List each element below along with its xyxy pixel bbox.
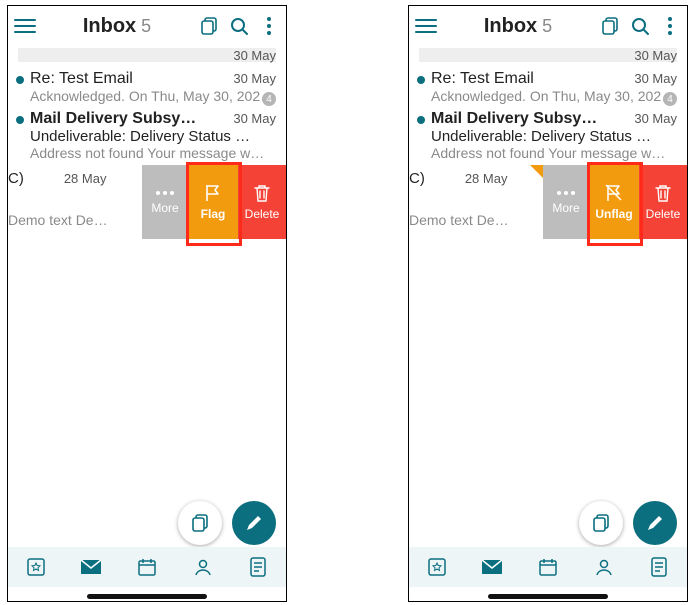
row-date: 30 May xyxy=(634,71,677,86)
pencil-icon xyxy=(244,513,264,533)
delete-button[interactable]: Delete xyxy=(639,165,687,239)
stack-icon xyxy=(189,512,211,534)
row0-date: 30 May xyxy=(634,48,677,63)
top-bar: Inbox 5 xyxy=(8,6,286,46)
subject: Undeliverable: Delivery Status N… xyxy=(431,128,677,145)
favorites-icon[interactable] xyxy=(24,555,48,579)
page-title: Inbox 5 xyxy=(83,15,151,38)
flag-icon xyxy=(203,183,223,203)
preview: Acknowledged. On Thu, May 30, 202… xyxy=(431,88,677,104)
unread-dot xyxy=(16,116,24,124)
message-row[interactable]: Mail Delivery Subsy… 30 May Undeliverabl… xyxy=(8,108,286,165)
thread-count-badge: 4 xyxy=(262,92,276,106)
menu-icon[interactable] xyxy=(415,15,437,37)
unflag-label: Unflag xyxy=(595,207,632,221)
message-row-swiped[interactable]: C) 28 May Demo text De… More Unflag Dele… xyxy=(409,165,687,245)
pencil-icon xyxy=(645,513,665,533)
sender: Mail Delivery Subsy… xyxy=(30,110,200,128)
sender-tail: C) xyxy=(8,170,24,187)
dots-icon xyxy=(555,189,577,197)
row-date: 30 May xyxy=(233,111,276,126)
inbox-title: Inbox xyxy=(83,15,136,38)
swipe-actions: More Flag Delete xyxy=(142,165,286,239)
phone-screen-flag: Inbox 5 30 May Re: Test Email 30 May 4 A… xyxy=(7,5,287,602)
unread-dot xyxy=(417,116,425,124)
note-icon[interactable] xyxy=(647,555,671,579)
preview: Acknowledged. On Thu, May 30, 202… xyxy=(30,88,276,104)
more-label: More xyxy=(552,201,579,215)
stack-fab[interactable] xyxy=(178,501,222,545)
calendar-icon[interactable] xyxy=(135,555,159,579)
flag-label: Flag xyxy=(201,207,226,221)
delete-button[interactable]: Delete xyxy=(238,165,286,239)
compose-fab[interactable] xyxy=(232,501,276,545)
contact-icon[interactable] xyxy=(191,555,215,579)
inbox-title: Inbox xyxy=(484,15,537,38)
dots-icon xyxy=(154,189,176,197)
inbox-count: 5 xyxy=(542,16,552,37)
row0-date: 30 May xyxy=(233,48,276,63)
search-icon[interactable] xyxy=(228,15,250,37)
stack-fab[interactable] xyxy=(579,501,623,545)
delete-label: Delete xyxy=(245,207,280,221)
bottom-nav xyxy=(409,547,687,587)
mail-icon[interactable] xyxy=(79,555,103,579)
message-row[interactable]: Re: Test Email 30 May 4 Acknowledged. On… xyxy=(409,68,687,108)
bottom-nav xyxy=(8,547,286,587)
page-title: Inbox 5 xyxy=(484,15,552,38)
row-date: 28 May xyxy=(465,171,508,186)
nav-handle xyxy=(488,594,608,599)
phone-screen-unflag: Inbox 5 30 May Re: Test Email 30 May 4 A… xyxy=(408,5,688,602)
message-row-swiped[interactable]: C) 28 May Demo text De… More Flag Delete xyxy=(8,165,286,245)
fab-group xyxy=(579,501,677,545)
contact-icon[interactable] xyxy=(592,555,616,579)
fab-group xyxy=(178,501,276,545)
flag-button[interactable]: Flag xyxy=(188,165,238,239)
trash-icon xyxy=(654,183,672,203)
thread-count-badge: 4 xyxy=(663,92,677,106)
message-list: 30 May Re: Test Email 30 May 4 Acknowled… xyxy=(8,48,286,245)
nav-handle xyxy=(87,594,207,599)
mail-icon[interactable] xyxy=(480,555,504,579)
favorites-icon[interactable] xyxy=(425,555,449,579)
stack-icon xyxy=(590,512,612,534)
unread-dot xyxy=(16,76,24,84)
copy-icon[interactable] xyxy=(599,15,621,37)
sender: Mail Delivery Subsy… xyxy=(431,110,601,128)
unread-dot xyxy=(417,76,425,84)
swipe-actions: More Unflag Delete xyxy=(543,165,687,239)
sender-tail: C) xyxy=(409,170,425,187)
inbox-count: 5 xyxy=(141,16,151,37)
preview: Address not found Your message w… xyxy=(431,145,677,161)
subject: Undeliverable: Delivery Status N… xyxy=(30,128,276,145)
flag-corner-icon xyxy=(530,165,544,179)
note-icon[interactable] xyxy=(246,555,270,579)
menu-icon[interactable] xyxy=(14,15,36,37)
preview: Address not found Your message w… xyxy=(30,145,276,161)
more-button[interactable]: More xyxy=(543,165,589,239)
row-date: 30 May xyxy=(634,111,677,126)
message-row[interactable]: Re: Test Email 30 May 4 Acknowledged. On… xyxy=(8,68,286,108)
more-vert-icon[interactable] xyxy=(659,15,681,37)
trash-icon xyxy=(253,183,271,203)
top-bar: Inbox 5 xyxy=(409,6,687,46)
more-label: More xyxy=(151,201,178,215)
delete-label: Delete xyxy=(646,207,681,221)
message-row[interactable]: Mail Delivery Subsy… 30 May Undeliverabl… xyxy=(409,108,687,165)
unflag-button[interactable]: Unflag xyxy=(589,165,639,239)
more-vert-icon[interactable] xyxy=(258,15,280,37)
more-button[interactable]: More xyxy=(142,165,188,239)
copy-icon[interactable] xyxy=(198,15,220,37)
message-list: 30 May Re: Test Email 30 May 4 Acknowled… xyxy=(409,48,687,245)
search-icon[interactable] xyxy=(629,15,651,37)
row-date: 30 May xyxy=(233,71,276,86)
calendar-icon[interactable] xyxy=(536,555,560,579)
flag-slash-icon xyxy=(604,183,624,203)
compose-fab[interactable] xyxy=(633,501,677,545)
row-date: 28 May xyxy=(64,171,107,186)
